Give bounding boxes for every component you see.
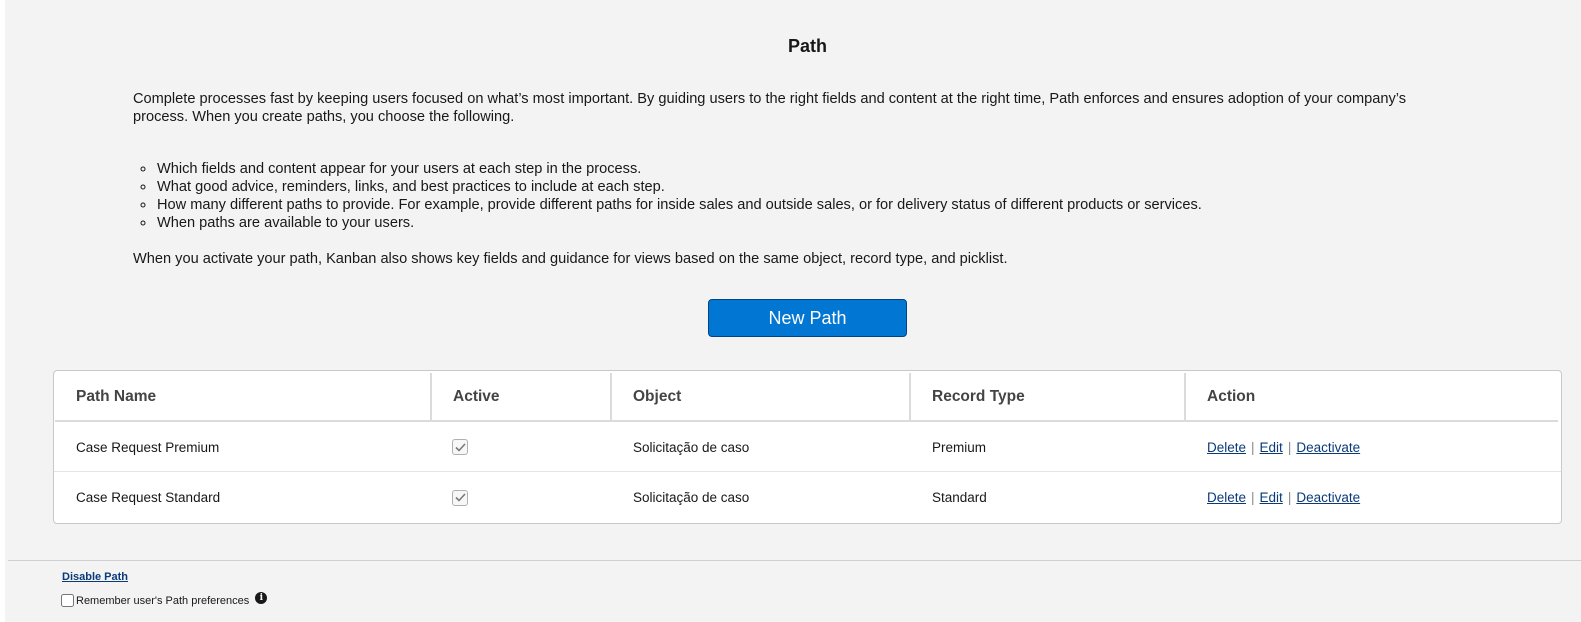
action-cell: Delete | Edit | Deactivate bbox=[1207, 473, 1360, 522]
list-item: Which fields and content appear for your… bbox=[156, 160, 1202, 178]
column-header-active[interactable]: Active bbox=[432, 373, 610, 422]
new-path-button[interactable]: New Path bbox=[708, 299, 907, 337]
object-cell: Solicitação de caso bbox=[633, 439, 750, 455]
feature-list: Which fields and content appear for your… bbox=[133, 160, 1202, 232]
action-separator: | bbox=[1251, 490, 1255, 505]
action-cell: Delete | Edit | Deactivate bbox=[1207, 423, 1360, 471]
check-icon bbox=[454, 493, 466, 502]
column-header-object[interactable]: Object bbox=[612, 373, 909, 422]
delete-link[interactable]: Delete bbox=[1207, 440, 1246, 455]
record-type-cell: Premium bbox=[932, 439, 987, 455]
list-item: What good advice, reminders, links, and … bbox=[156, 178, 1202, 196]
table-row: Case Request Standard Solicitação de cas… bbox=[54, 473, 1561, 522]
deactivate-link[interactable]: Deactivate bbox=[1296, 440, 1360, 455]
action-separator: | bbox=[1251, 439, 1255, 455]
paths-table: Path Name Active Object Record Type Acti… bbox=[53, 370, 1562, 524]
table-header: Path Name Active Object Record Type Acti… bbox=[54, 371, 1561, 423]
column-header-action[interactable]: Action bbox=[1186, 373, 1558, 422]
disable-path-link[interactable]: Disable Path bbox=[62, 571, 128, 583]
remember-preferences-label: Remember user's Path preferences bbox=[76, 594, 250, 607]
remember-preferences-checkbox[interactable] bbox=[61, 594, 74, 607]
active-cell bbox=[452, 473, 468, 522]
path-name-cell: Case Request Standard bbox=[76, 490, 221, 505]
edit-link[interactable]: Edit bbox=[1260, 440, 1283, 455]
delete-link[interactable]: Delete bbox=[1207, 490, 1246, 505]
edit-link[interactable]: Edit bbox=[1260, 490, 1283, 505]
remember-preferences[interactable]: Remember user's Path preferences i bbox=[61, 591, 268, 607]
path-name-cell: Case Request Premium bbox=[76, 439, 220, 455]
column-header-path-name[interactable]: Path Name bbox=[55, 373, 430, 422]
column-header-record-type[interactable]: Record Type bbox=[911, 373, 1184, 422]
footer-divider bbox=[8, 560, 1581, 561]
deactivate-link[interactable]: Deactivate bbox=[1296, 490, 1360, 505]
record-type-cell: Standard bbox=[932, 490, 987, 505]
action-separator: | bbox=[1287, 490, 1292, 505]
active-cell bbox=[452, 423, 468, 471]
list-item: When paths are available to your users. bbox=[156, 214, 1202, 232]
page-title: Path bbox=[787, 36, 827, 56]
list-item: How many different paths to provide. For… bbox=[156, 196, 1202, 214]
intro-text: Complete processes fast by keeping users… bbox=[133, 91, 1407, 125]
action-separator: | bbox=[1287, 439, 1292, 455]
active-checkbox bbox=[452, 489, 468, 506]
table-row: Case Request Premium Solicitação de caso… bbox=[54, 423, 1561, 472]
left-edge bbox=[0, 0, 5, 622]
active-checkbox bbox=[452, 439, 468, 455]
check-icon bbox=[454, 442, 466, 452]
object-cell: Solicitação de caso bbox=[633, 490, 750, 505]
info-icon[interactable]: i bbox=[255, 591, 268, 604]
outro-text: When you activate your path, Kanban also… bbox=[133, 251, 1008, 267]
